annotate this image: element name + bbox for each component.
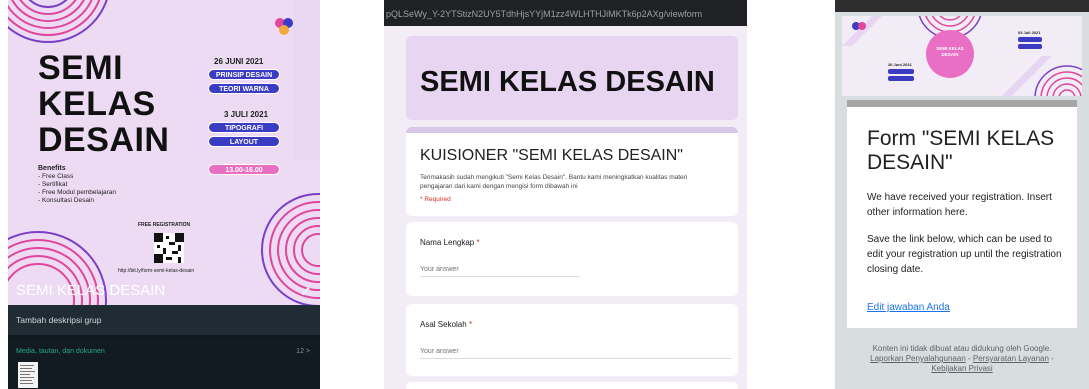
terms-link[interactable]: Persyaratan Layanan [973, 354, 1049, 363]
browser-url-bar[interactable]: pQLSeWy_Y-2YTStizN2UY5TdhHjsYYjM1zz4WLHT… [384, 0, 747, 26]
group-description-row[interactable]: Tambah deskripsi grup [8, 305, 320, 335]
report-abuse-link[interactable]: Laporkan Penyalahgunaan [870, 354, 966, 363]
poster-topic-pill: TIPOGRAFI [208, 122, 280, 133]
form-title: KUISIONER "SEMI KELAS DESAIN" [420, 147, 683, 164]
banner-pill [1018, 44, 1042, 49]
banner-pill [888, 69, 914, 74]
poster-topic-pill: PRINSIP DESAIN [208, 69, 280, 80]
banner-date-1: 26 Juni 2021 [888, 62, 912, 67]
poster-title: SEMI KELAS DESAIN [38, 49, 170, 159]
question-card: Asal Sekolah * Your answer [406, 304, 738, 376]
answer-input[interactable]: Your answer [420, 266, 580, 277]
confirmation-title: Form "SEMI KELAS DESAIN" [867, 127, 1055, 174]
url-text: pQLSeWy_Y-2YTStizN2UY5TdhHjsYYjM1zz4WLHT… [386, 9, 703, 19]
group-description-placeholder: Tambah deskripsi grup [16, 315, 102, 325]
qr-code-icon [154, 233, 184, 263]
form-header-banner: SEMI KELAS DESAIN [406, 36, 738, 120]
poster-date-2: 3 JULI 2021 [224, 110, 269, 119]
form-confirmation-panel: SEMI KELAS DESAIN 26 Juni 2021 03 Juli 2… [835, 0, 1089, 389]
whatsapp-group-info-panel: SEMI KELAS DESAIN 26 JUNI 2021 PRINSIP D… [8, 0, 320, 389]
question-card: Nama Lengkap * Your answer [406, 222, 738, 296]
confirmation-banner: SEMI KELAS DESAIN 26 Juni 2021 03 Juli 2… [842, 16, 1082, 96]
edit-response-link[interactable]: Edit jawaban Anda [867, 302, 950, 313]
brand-logo-icon [275, 18, 293, 35]
form-description: Terimakasih sudah mengikuti "Semi Kelas … [420, 174, 688, 190]
media-count[interactable]: 12 > [296, 348, 310, 355]
banner-pill [1018, 37, 1042, 42]
next-card-edge [406, 382, 738, 389]
required-note: * Required [420, 196, 451, 203]
poster-topic-pill: TEORI WARNA [208, 83, 280, 94]
footer-disclaimer: Konten ini tidak dibuat atau didukung ol… [872, 344, 1052, 353]
status-bar [835, 0, 1089, 12]
media-links-docs-row[interactable]: Media, tautan, dan dokumen 12 > [8, 340, 320, 389]
group-poster-image[interactable]: SEMI KELAS DESAIN 26 JUNI 2021 PRINSIP D… [8, 0, 320, 305]
poster-benefits: Benefits - Free Class - Sertifikat - Fre… [38, 165, 117, 204]
poster-topic-pill: LAYOUT [208, 136, 280, 147]
google-form-panel: pQLSeWy_Y-2YTStizN2UY5TdhHjsYYjM1zz4WLHT… [384, 0, 747, 389]
form-footer: Konten ini tidak dibuat atau didukung ol… [847, 344, 1077, 374]
poster-free-registration: FREE REGISTRATION [138, 222, 191, 228]
question-label: Asal Sekolah * [420, 320, 473, 329]
question-label: Nama Lengkap * [420, 238, 480, 247]
form-header-title: SEMI KELAS DESAIN [420, 66, 715, 98]
poster-date-1: 26 JUNI 2021 [214, 57, 264, 66]
poster-time-pill: 13.00-16.00 [208, 164, 280, 175]
media-section-label: Media, tautan, dan dokumen [16, 348, 105, 355]
group-name: SEMI KELAS DESAIN [16, 282, 166, 299]
banner-title: SEMI KELAS DESAIN [936, 46, 964, 57]
confirmation-save-note: Save the link below, which can be used t… [867, 234, 1062, 275]
file-thumbnail-icon[interactable] [18, 362, 38, 388]
poster-registration-url: http://bit.ly/form-semi-kelas-desain [118, 268, 195, 274]
confirmation-card: Form "SEMI KELAS DESAIN" We have receive… [847, 100, 1077, 328]
banner-pill [888, 76, 914, 81]
privacy-link[interactable]: Kebijakan Privasi [931, 364, 992, 373]
edit-pencil-icon[interactable] [300, 285, 312, 297]
banner-date-2: 03 Juli 2021 [1018, 30, 1041, 35]
confirmation-message: We have received your registration. Inse… [867, 192, 1052, 218]
answer-input[interactable]: Your answer [420, 348, 732, 359]
form-title-card: KUISIONER "SEMI KELAS DESAIN" Terimakasi… [406, 127, 738, 216]
